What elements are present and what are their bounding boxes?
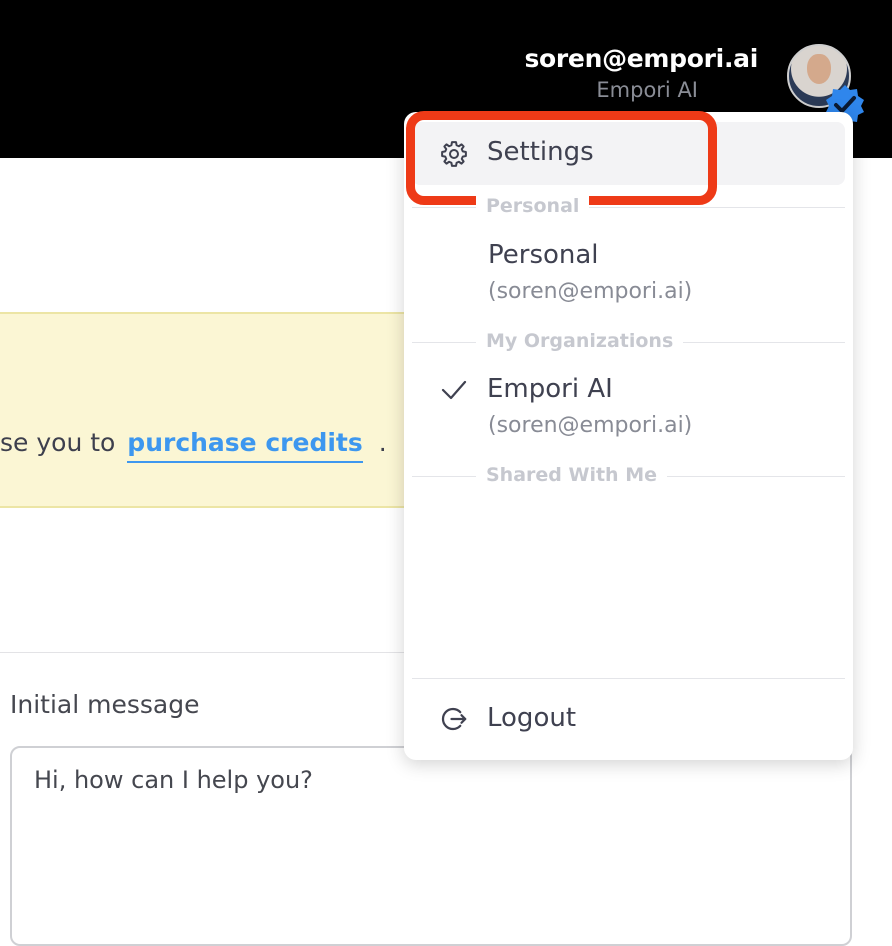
- logout-divider: [412, 678, 845, 679]
- personal-account-email: (soren@empori.ai): [488, 279, 693, 304]
- notice-text-before: se you to: [0, 428, 116, 457]
- user-org-name: Empori AI: [596, 78, 698, 102]
- check-icon: [441, 380, 467, 400]
- gear-icon: [441, 141, 467, 167]
- user-email[interactable]: soren@empori.ai: [524, 44, 758, 73]
- notice-text: se you to purchase credits .: [0, 428, 387, 463]
- logout-icon: [441, 707, 467, 731]
- personal-account-name[interactable]: Personal: [488, 240, 599, 270]
- notice-text-after: .: [378, 428, 387, 457]
- initial-message-input[interactable]: Hi, how can I help you?: [10, 746, 852, 946]
- section-label-shared: Shared With Me: [476, 464, 667, 486]
- org-account-email: (soren@empori.ai): [488, 413, 693, 438]
- avatar-face: [807, 54, 831, 84]
- org-account-name[interactable]: Empori AI: [487, 374, 613, 404]
- purchase-credits-link[interactable]: purchase credits: [127, 428, 363, 463]
- settings-label: Settings: [487, 137, 594, 167]
- section-label-personal: Personal: [476, 195, 590, 217]
- logout-menu-item[interactable]: Logout: [487, 703, 576, 733]
- section-label-organizations: My Organizations: [476, 330, 684, 352]
- section-divider: [0, 652, 420, 653]
- initial-message-label: Initial message: [10, 690, 200, 719]
- credits-notice: [0, 312, 416, 508]
